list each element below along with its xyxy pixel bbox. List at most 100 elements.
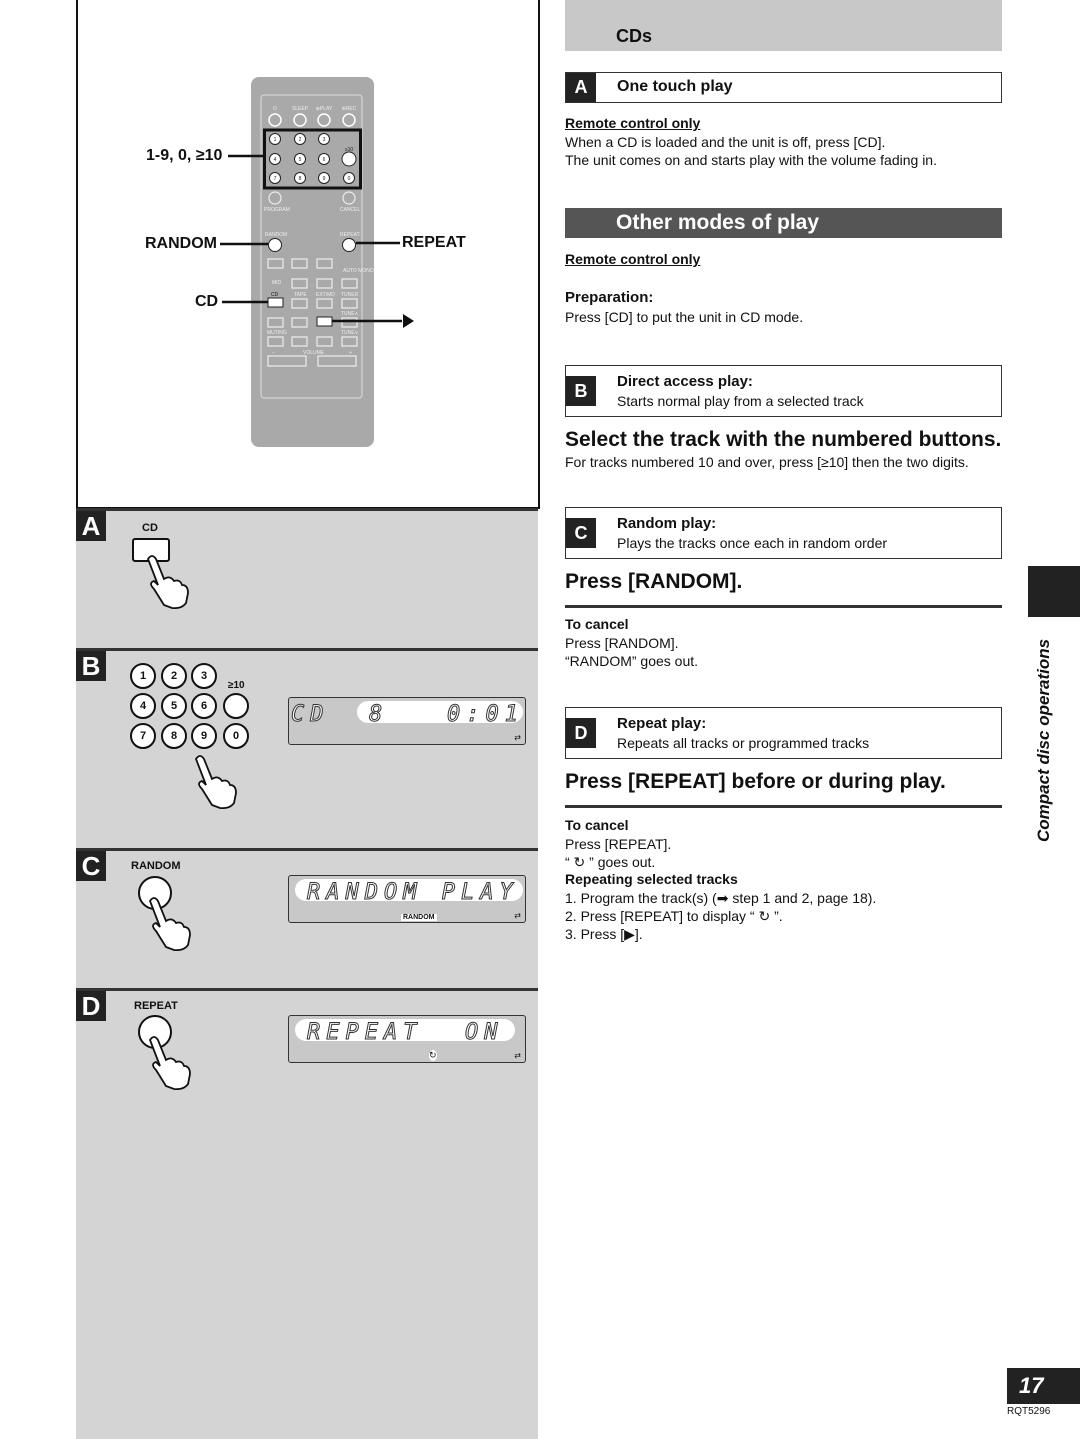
- number-key-3: 3: [191, 663, 217, 689]
- pointing-hand-icon: [194, 755, 237, 809]
- display-text: RANDOM PLAY: [307, 880, 519, 906]
- to-cancel-title: To cancel: [565, 616, 629, 632]
- pointing-hand-icon: [146, 555, 189, 609]
- pointing-hand-icon: [148, 1036, 191, 1090]
- step-item: 2. Press [REPEAT] to display “ ↻ ”.: [565, 908, 783, 924]
- section-header: CDs: [565, 0, 1002, 51]
- remote-digit-label: ≥10: [345, 147, 354, 153]
- svg-text:CD: CD: [271, 292, 279, 298]
- number-key-0: 0: [223, 723, 249, 749]
- svg-text:TUNE∧: TUNE∧: [341, 311, 359, 317]
- remote-only-note: Remote control only: [565, 251, 701, 267]
- svg-text:−: −: [272, 350, 275, 356]
- step-letter: C: [76, 851, 106, 881]
- svg-text:⊕REC: ⊕REC: [342, 106, 357, 112]
- repeat-play-box: D Repeat play: Repeats all tracks or pro…: [565, 707, 1002, 759]
- step-d: D REPEAT REPEAT ON ↻ ⇄: [76, 988, 538, 1439]
- svg-text:+: +: [349, 350, 352, 356]
- step-letter: A: [76, 511, 106, 541]
- svg-text:AUTO MONO: AUTO MONO: [343, 268, 374, 274]
- display-random-play: RANDOM PLAY RANDOM ⇄: [288, 875, 526, 923]
- step-letter: B: [566, 376, 596, 406]
- text-line: “RANDOM” goes out.: [565, 653, 699, 669]
- svg-text:CANCEL: CANCEL: [340, 207, 361, 213]
- number-key-10: [223, 693, 249, 719]
- svg-text:PROGRAM: PROGRAM: [264, 207, 290, 213]
- number-key-8: 8: [161, 723, 187, 749]
- number-key-4: 4: [130, 693, 156, 719]
- one-touch-text: When a CD is loaded and the unit is off,…: [565, 133, 937, 169]
- direct-access-desc: Starts normal play from a selected track: [617, 393, 864, 409]
- display-track: 8: [368, 702, 389, 728]
- remote-digit-label: 4: [274, 157, 277, 163]
- one-touch-box: A One touch play: [565, 72, 1002, 103]
- repeating-selected-title: Repeating selected tracks: [565, 871, 738, 887]
- text-line: Press [RANDOM].: [565, 635, 679, 651]
- one-touch-title: One touch play: [617, 78, 733, 95]
- pointing-hand-icon: [148, 897, 191, 951]
- remote-control-illustration: ⏻ SLEEP ⊕PLAY ⊕REC 1 2 3 4 5 6 ≥10 7 8 9 0 PROGRAM…: [220, 77, 414, 447]
- number-key-5: 5: [161, 693, 187, 719]
- remote-only-note: Remote control only: [565, 115, 701, 131]
- svg-text:⊕PLAY: ⊕PLAY: [316, 106, 333, 112]
- direct-access-box: B Direct access play: Starts normal play…: [565, 365, 1002, 417]
- direct-access-note: For tracks numbered 10 and over, press […: [565, 454, 969, 470]
- repeating-steps: 1. Program the track(s) (➡ step 1 and 2,…: [565, 889, 876, 943]
- remote-digit-key: [341, 151, 357, 167]
- display-text: REPEAT: [306, 1020, 423, 1046]
- display-indicator: ⇄: [514, 911, 521, 920]
- repeat-label: REPEAT: [134, 1000, 178, 1012]
- number-key-1: 1: [130, 663, 156, 689]
- display-source: CD: [291, 702, 330, 728]
- svg-text:REPEAT: REPEAT: [340, 232, 360, 238]
- to-cancel-title: To cancel: [565, 817, 629, 833]
- key-10-label: ≥10: [228, 680, 245, 691]
- side-tab-label: Compact disc operations: [1034, 638, 1053, 842]
- text-line: The unit comes on and starts play with t…: [565, 152, 937, 168]
- callout-repeat: REPEAT: [402, 234, 466, 251]
- display-repeat-on: REPEAT ON ↻ ⇄: [288, 1015, 526, 1063]
- other-modes-title: Other modes of play: [616, 211, 820, 234]
- repeat-cancel-text: Press [REPEAT]. “ ↻ ” goes out.: [565, 835, 671, 871]
- step-c: C RANDOM RANDOM PLAY RANDOM ⇄: [76, 848, 538, 989]
- remote-digit-label: 7: [274, 176, 277, 182]
- remote-digit-label: 5: [299, 157, 302, 163]
- svg-text:RANDOM: RANDOM: [265, 232, 287, 238]
- step-letter: A: [566, 73, 596, 102]
- remote-digit-label: 3: [323, 137, 326, 143]
- svg-text:EXT/MD: EXT/MD: [316, 292, 335, 298]
- svg-text:SLEEP: SLEEP: [292, 106, 309, 112]
- divider: [565, 605, 1002, 608]
- callout-number-keys: 1-9, 0, ≥10: [146, 147, 223, 164]
- preparation-title: Preparation:: [565, 289, 654, 306]
- random-indicator: RANDOM: [401, 914, 437, 921]
- remote-digit-label: 8: [299, 176, 302, 182]
- random-play-title: Random play:: [617, 515, 717, 532]
- random-play-desc: Plays the tracks once each in random ord…: [617, 535, 888, 551]
- svg-text:TUNE∨: TUNE∨: [341, 330, 359, 336]
- remote-digit-label: 9: [323, 176, 326, 182]
- random-heading: Press [RANDOM].: [565, 570, 743, 593]
- repeat-icon: ↻: [429, 1050, 437, 1061]
- step-letter: C: [566, 518, 596, 548]
- remote-digit-label: 1: [274, 137, 277, 143]
- svg-text:VOLUME: VOLUME: [303, 350, 325, 356]
- step-letter: D: [76, 991, 106, 1021]
- step-letter: B: [76, 651, 106, 681]
- divider: [565, 805, 1002, 808]
- number-key-9: 9: [191, 723, 217, 749]
- display-indicator: ⇄: [514, 733, 521, 742]
- svg-text:MID: MID: [272, 280, 282, 286]
- direct-access-title: Direct access play:: [617, 373, 753, 390]
- step-item: 1. Program the track(s) (➡ step 1 and 2,…: [565, 890, 877, 906]
- repeat-play-desc: Repeats all tracks or programmed tracks: [617, 735, 870, 751]
- display-indicator: ⇄: [514, 1051, 521, 1060]
- remote-digit-label: 2: [299, 137, 302, 143]
- step-a: A CD: [76, 508, 538, 651]
- random-label: RANDOM: [131, 860, 181, 872]
- svg-text:⏻: ⏻: [273, 106, 277, 112]
- callout-cd: CD: [195, 293, 219, 310]
- svg-text:TAPE: TAPE: [294, 292, 307, 298]
- step-letter: D: [566, 718, 596, 748]
- remote-digit-label: 6: [323, 157, 326, 163]
